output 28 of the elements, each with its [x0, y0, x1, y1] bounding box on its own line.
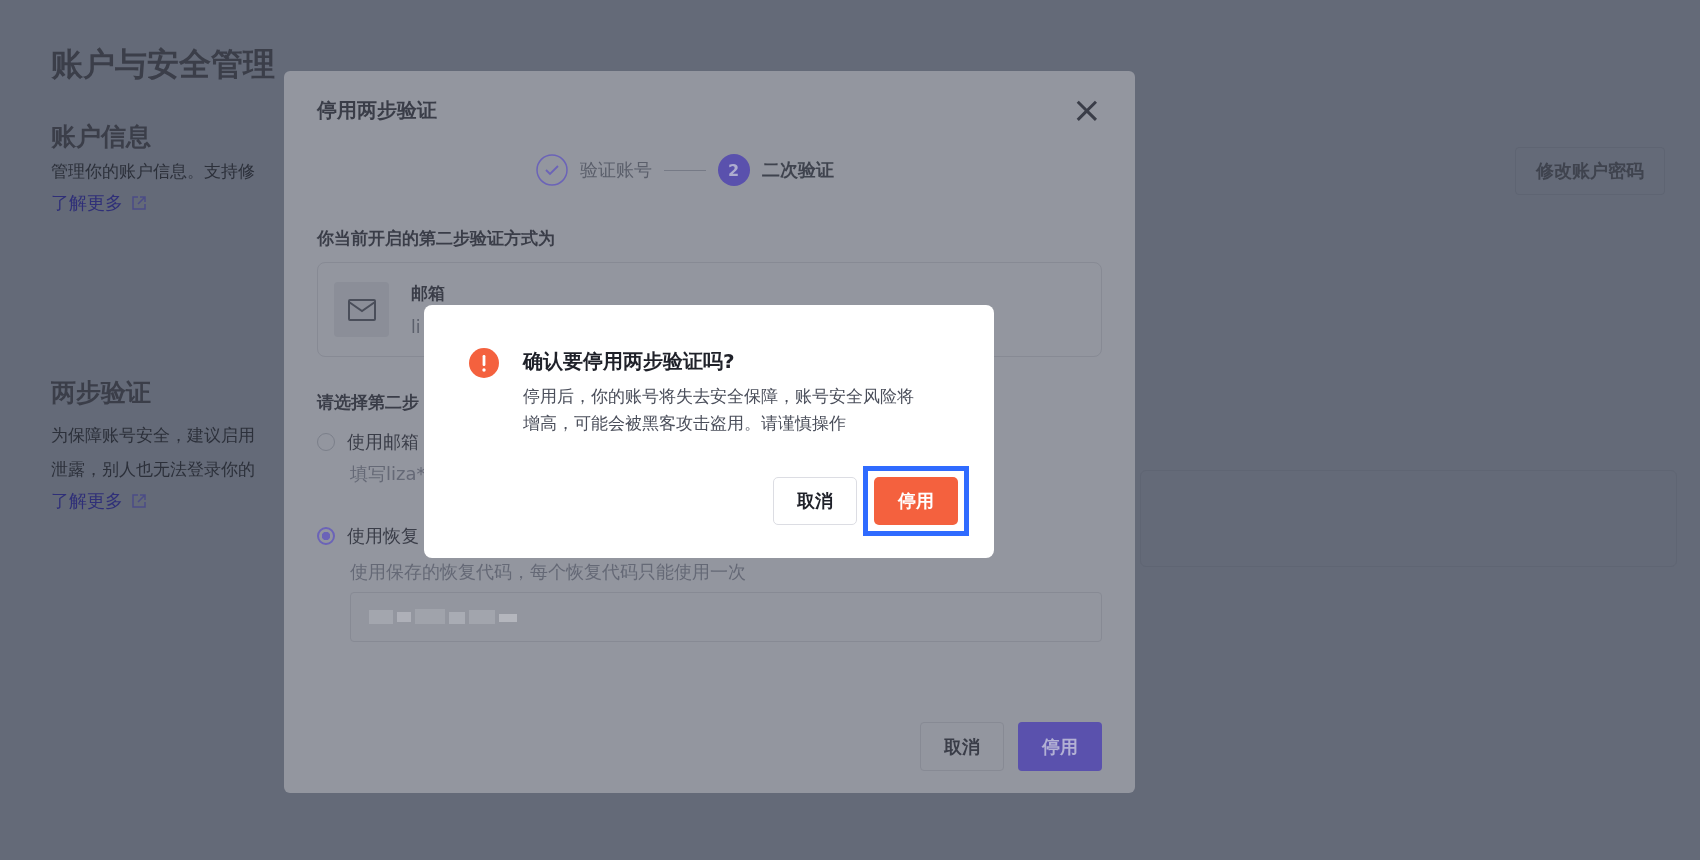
- field-label: 你当前开启的第二步验证方式为: [317, 227, 555, 250]
- warning-icon: [469, 348, 499, 378]
- option-label: 使用恢复: [347, 524, 419, 548]
- close-button[interactable]: ×: [1071, 92, 1102, 128]
- option-label: 使用邮箱: [347, 430, 419, 454]
- disable-button[interactable]: 停用: [874, 477, 958, 525]
- disable-button[interactable]: 停用: [1018, 722, 1102, 771]
- external-link-icon: [131, 493, 147, 509]
- step-label: 验证账号: [579, 158, 652, 182]
- modal-title: 停用两步验证: [317, 96, 437, 124]
- mail-icon: [334, 282, 389, 337]
- section-description: 管理你的账户信息。支持修: [51, 160, 255, 183]
- method-value: li: [411, 317, 422, 337]
- section-description: 为保障账号安全，建议启用: [51, 424, 255, 447]
- input-field[interactable]: [350, 592, 1102, 642]
- section-description: 泄露，别人也无法登录你的: [51, 458, 255, 481]
- dialog-message: 停用后，你的账号将失去安全保障，账号安全风险将增高，可能会被黑客攻击盗用。请谨慎操作: [523, 385, 915, 435]
- learn-more-link[interactable]: 了解更多: [51, 188, 147, 218]
- radio-button[interactable]: [317, 527, 335, 545]
- external-link-icon: [131, 195, 147, 211]
- cancel-button[interactable]: 取消: [920, 722, 1004, 771]
- field-label: 请选择第二步: [317, 391, 419, 414]
- method-name: 邮箱: [411, 282, 445, 305]
- cancel-button[interactable]: 取消: [773, 477, 857, 525]
- learn-more-link[interactable]: 了解更多: [51, 486, 147, 516]
- step-number: 2: [717, 154, 750, 186]
- step-label: 二次验证: [761, 158, 834, 182]
- dialog-title: 确认要停用两步验证吗?: [523, 348, 736, 375]
